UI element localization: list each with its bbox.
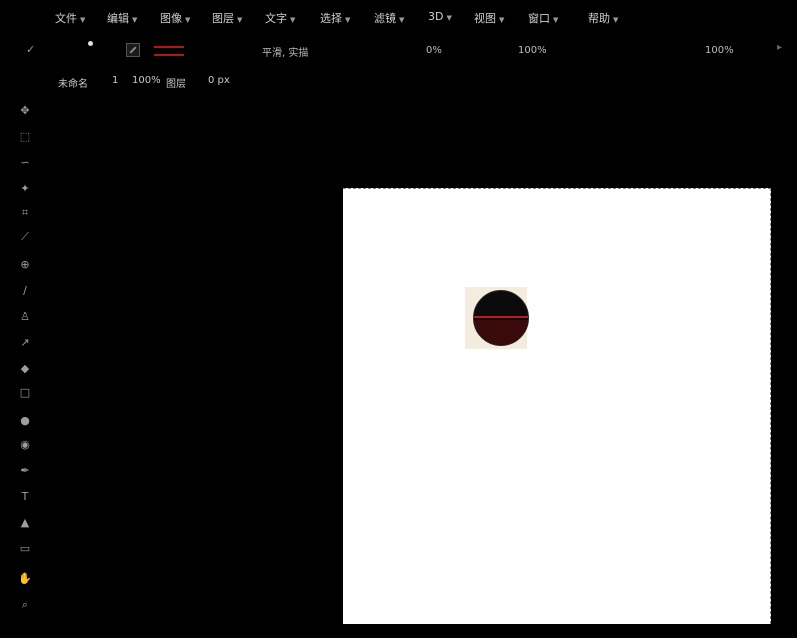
chevron-down-icon: ▼	[80, 16, 86, 24]
menu-filter[interactable]: 滤镜 ▼	[374, 10, 404, 26]
zoom-value[interactable]: 100%	[132, 75, 161, 86]
crop-icon[interactable]: ⌗	[18, 206, 32, 220]
menu-view[interactable]: 视图 ▼	[474, 10, 504, 26]
check-icon[interactable]: ✓	[26, 43, 35, 56]
zoom-icon[interactable]: ⌕	[18, 598, 32, 612]
shape-icon[interactable]: ▭	[18, 542, 32, 556]
shape-lower-half	[474, 320, 528, 345]
menu-select[interactable]: 选择 ▼	[320, 10, 350, 26]
menu-3d-label: 3D	[428, 10, 444, 23]
chevron-down-icon: ▼	[290, 16, 296, 24]
text-icon[interactable]: T	[18, 490, 32, 504]
menu-3d[interactable]: 3D ▼	[428, 10, 452, 23]
menu-window[interactable]: 窗口 ▼	[528, 10, 558, 26]
menu-help[interactable]: 帮助 ▼	[588, 10, 618, 26]
stroke-color-swatch[interactable]	[154, 44, 184, 58]
more-options-icon[interactable]: ▸	[777, 42, 782, 53]
menu-bar: 文件 ▼ 编辑 ▼ 图像 ▼ 图层 ▼ 文字 ▼ 选择 ▼ 滤镜 ▼ 3D ▼ 视图 ▼ 窗口 ▼ …	[0, 0, 797, 34]
document-canvas[interactable]	[343, 188, 771, 624]
chevron-down-icon: ▼	[553, 16, 559, 24]
document-name[interactable]: 未命名	[58, 75, 88, 90]
options-bar	[0, 36, 797, 64]
stamp-icon[interactable]: ♙	[18, 310, 32, 324]
pen-icon[interactable]: ✒	[18, 464, 32, 478]
chevron-down-icon: ▼	[185, 16, 191, 24]
layer-count: 1	[112, 75, 119, 86]
stroke-line-top	[154, 46, 184, 48]
blur-icon[interactable]: ●	[18, 414, 32, 428]
magic-wand-icon[interactable]: ✦	[18, 182, 32, 196]
opacity-value[interactable]: 0%	[426, 45, 442, 56]
eyedropper-icon[interactable]: ⟋	[18, 230, 32, 244]
menu-help-label: 帮助	[588, 12, 610, 25]
stroke-line-bottom	[154, 54, 184, 56]
menu-layer[interactable]: 图层 ▼	[212, 10, 242, 26]
path-select-icon[interactable]: ▲	[18, 516, 32, 530]
mode-label[interactable]: 平滑, 实描	[262, 44, 308, 59]
ellipse-shape[interactable]	[473, 290, 529, 346]
healing-icon[interactable]: ⊕	[18, 258, 32, 272]
lasso-icon[interactable]: ∽	[18, 156, 32, 170]
offset-value: 0 px	[208, 75, 230, 86]
chevron-down-icon: ▼	[446, 14, 452, 22]
chevron-down-icon: ▼	[345, 16, 351, 24]
hand-icon[interactable]: ✋	[18, 572, 32, 586]
menu-window-label: 窗口	[528, 12, 550, 25]
eraser-icon[interactable]: ◆	[18, 362, 32, 376]
secondary-options-bar	[0, 66, 797, 92]
chevron-down-icon: ▼	[613, 16, 619, 24]
brush-icon[interactable]: ∕	[18, 284, 32, 298]
menu-file-label: 文件	[55, 12, 77, 25]
menu-view-label: 视图	[474, 12, 496, 25]
dodge-icon[interactable]: ◉	[18, 438, 32, 452]
brush-size-dot-icon[interactable]	[88, 41, 93, 46]
smoothing-value[interactable]: 100%	[705, 45, 734, 56]
menu-edit[interactable]: 编辑 ▼	[107, 10, 137, 26]
menu-layer-label: 图层	[212, 12, 234, 25]
menu-filter-label: 滤镜	[374, 12, 396, 25]
chevron-down-icon: ▼	[399, 16, 405, 24]
shape-center-line	[474, 316, 528, 318]
menu-image-label: 图像	[160, 12, 182, 25]
flow-value[interactable]: 100%	[518, 45, 547, 56]
gradient-icon[interactable]: □	[18, 386, 32, 400]
chevron-down-icon: ▼	[237, 16, 243, 24]
menu-edit-label: 编辑	[107, 12, 129, 25]
menu-select-label: 选择	[320, 12, 342, 25]
chevron-down-icon: ▼	[499, 16, 505, 24]
chevron-down-icon: ▼	[132, 16, 138, 24]
brush-preset-icon[interactable]	[126, 43, 140, 57]
move-icon[interactable]: ✥	[18, 104, 32, 118]
history-brush-icon[interactable]: ↗	[18, 336, 32, 350]
menu-type[interactable]: 文字 ▼	[265, 10, 295, 26]
marquee-icon[interactable]: ⬚	[18, 130, 32, 144]
menu-type-label: 文字	[265, 12, 287, 25]
layer-label[interactable]: 图层	[166, 75, 186, 90]
menu-image[interactable]: 图像 ▼	[160, 10, 190, 26]
menu-file[interactable]: 文件 ▼	[55, 10, 85, 26]
tool-panel: ✥ ⬚ ∽ ✦ ⌗ ⟋ ⊕ ∕ ♙ ↗ ◆ □ ● ◉ ✒ T ▲ ▭ ✋ ⌕	[10, 96, 40, 636]
